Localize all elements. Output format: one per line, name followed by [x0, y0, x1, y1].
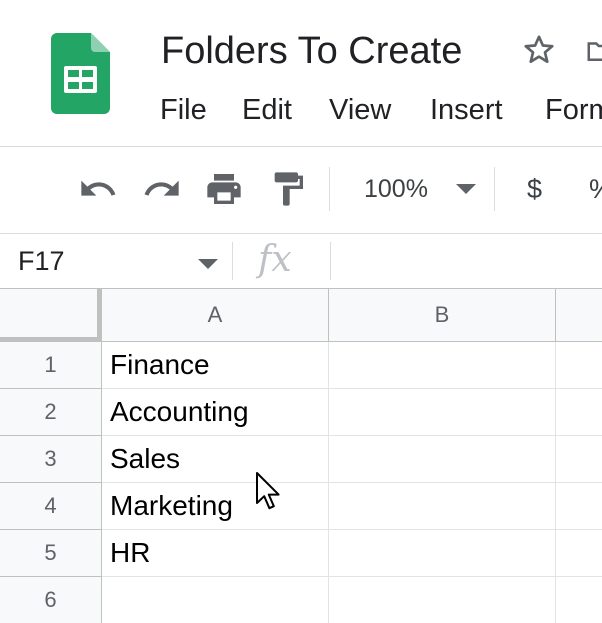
row-header-4[interactable]: 4 [0, 483, 102, 530]
cell-b5[interactable] [329, 530, 556, 577]
move-to-folder-icon[interactable] [585, 36, 602, 66]
cell-c6[interactable] [556, 577, 602, 623]
formula-bar-separator [232, 242, 233, 280]
zoom-select[interactable]: 100% [364, 173, 428, 205]
fx-icon: fx [258, 239, 292, 280]
cell-a5[interactable]: HR [102, 530, 329, 577]
cell-b6[interactable] [329, 577, 556, 623]
menu-file[interactable]: File [160, 88, 207, 132]
cell-c3[interactable] [556, 436, 602, 483]
cell-b3[interactable] [329, 436, 556, 483]
cell-reference: F17 [18, 246, 65, 276]
row-header-1[interactable]: 1 [0, 342, 102, 389]
name-box[interactable]: F17 [0, 234, 232, 288]
column-header-a[interactable]: A [102, 288, 329, 342]
cell-c1[interactable] [556, 342, 602, 389]
menu-view[interactable]: View [329, 88, 391, 132]
cell-c4[interactable] [556, 483, 602, 530]
percent-format-button[interactable]: % [589, 173, 602, 205]
formula-bar-separator [330, 242, 331, 280]
cell-a6[interactable] [102, 577, 329, 623]
cell-a4[interactable]: Marketing [102, 483, 329, 530]
column-header-b[interactable]: B [329, 288, 556, 342]
paint-format-icon[interactable] [268, 169, 308, 209]
star-icon[interactable] [521, 32, 557, 68]
formula-input[interactable] [340, 238, 602, 284]
cell-c5[interactable] [556, 530, 602, 577]
toolbar-separator [329, 167, 330, 211]
cell-b1[interactable] [329, 342, 556, 389]
column-header-c[interactable] [556, 288, 602, 342]
redo-icon[interactable] [142, 169, 182, 209]
toolbar: 100% $ % [0, 147, 602, 233]
cell-a3[interactable]: Sales [102, 436, 329, 483]
chevron-down-icon[interactable] [456, 184, 476, 194]
row-header-2[interactable]: 2 [0, 389, 102, 436]
cell-c2[interactable] [556, 389, 602, 436]
cell-b4[interactable] [329, 483, 556, 530]
menu-bar: File Edit View Insert Form [0, 88, 602, 132]
select-all-corner[interactable] [0, 288, 102, 342]
cell-b2[interactable] [329, 389, 556, 436]
chevron-down-icon[interactable] [198, 259, 218, 269]
sheet-grid: A B 1 Finance 2 Accounting 3 Sales 4 Mar… [0, 288, 602, 623]
print-icon[interactable] [204, 169, 244, 209]
document-title[interactable]: Folders To Create [161, 28, 462, 74]
row-header-6[interactable]: 6 [0, 577, 102, 623]
toolbar-separator [494, 167, 495, 211]
menu-format[interactable]: Form [545, 88, 602, 132]
currency-format-button[interactable]: $ [527, 173, 542, 205]
undo-icon[interactable] [78, 169, 118, 209]
row-header-3[interactable]: 3 [0, 436, 102, 483]
menu-edit[interactable]: Edit [242, 88, 292, 132]
menu-insert[interactable]: Insert [430, 88, 503, 132]
cell-a2[interactable]: Accounting [102, 389, 329, 436]
cell-a1[interactable]: Finance [102, 342, 329, 389]
row-header-5[interactable]: 5 [0, 530, 102, 577]
